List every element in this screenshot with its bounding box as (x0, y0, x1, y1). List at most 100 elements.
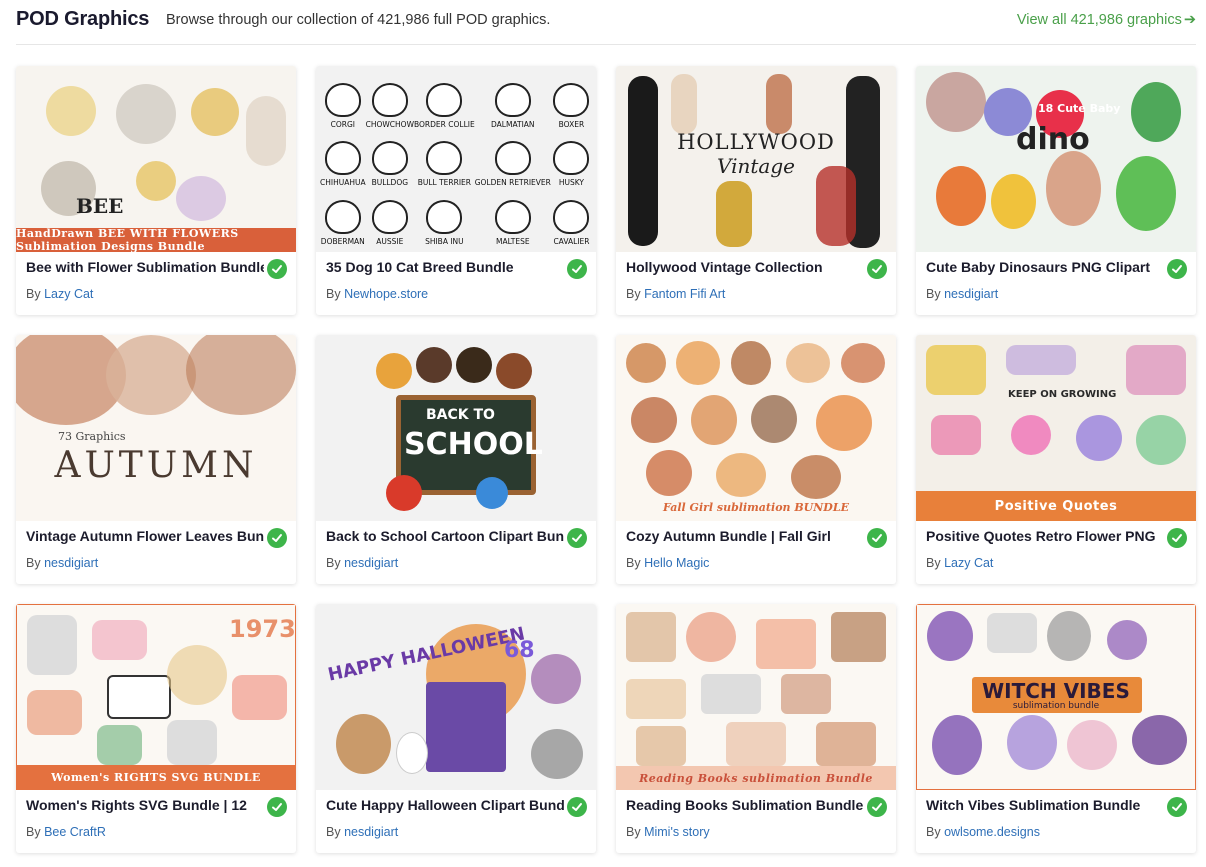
dog-breed-label: CORGI (330, 119, 355, 129)
book-illustration (781, 674, 831, 714)
product-card[interactable]: Reading Books sublimation Bundle Reading… (616, 604, 896, 853)
product-thumbnail[interactable]: Fall Girl sublimation BUNDLE (616, 335, 896, 521)
product-title[interactable]: 35 Dog 10 Cat Breed Bundle (326, 259, 564, 275)
verified-check-icon (567, 259, 587, 279)
dog-breed-label: AUSSIE (376, 237, 404, 246)
product-card[interactable]: 73 Graphics AUTUMN Vintage Autumn Flower… (16, 335, 296, 584)
product-title[interactable]: Vintage Autumn Flower Leaves Bundle (26, 528, 264, 544)
flower-illustration (1006, 345, 1076, 375)
verified-check-icon (867, 528, 887, 548)
dog-face-icon (324, 200, 361, 234)
product-title[interactable]: Cute Baby Dinosaurs PNG Clipart (926, 259, 1164, 275)
dog-face-icon (553, 141, 590, 176)
view-all-link[interactable]: View all 421,986 graphics ➔ (1017, 12, 1196, 28)
author-link[interactable]: Lazy Cat (944, 556, 993, 570)
thumbnail-banner: Positive Quotes (916, 491, 1196, 521)
dog-face-icon (553, 200, 590, 234)
dog-breed-label: BULLDOG (371, 178, 409, 188)
author-link[interactable]: owlsome.designs (944, 825, 1040, 839)
book-illustration (626, 679, 686, 719)
author-link[interactable]: Lazy Cat (44, 287, 93, 301)
product-thumbnail[interactable]: dino 18 Cute Baby (916, 66, 1196, 252)
author-link[interactable]: Hello Magic (644, 556, 709, 570)
figure-illustration (816, 166, 856, 246)
kid-illustration (376, 353, 412, 389)
product-title[interactable]: Reading Books Sublimation Bundle (626, 797, 864, 813)
love-illustration (646, 450, 692, 496)
verified-check-icon (567, 797, 587, 817)
section-title: POD Graphics (16, 8, 150, 30)
author-link[interactable]: Newhope.store (344, 287, 428, 301)
product-card[interactable]: KEEP ON GROWING Positive Quotes Positive… (916, 335, 1196, 584)
dog-breed-cell: SHIBA INU (414, 189, 475, 248)
product-thumbnail[interactable]: BEE HandDrawn BEE WITH FLOWERS Sublimati… (16, 66, 296, 252)
product-title[interactable]: Witch Vibes Sublimation Bundle (926, 797, 1164, 813)
author-prefix: By (626, 825, 645, 839)
dog-face-icon (426, 200, 463, 234)
dog-breed-label: CAVALIER (553, 237, 590, 246)
product-card[interactable]: HOLLYWOOD Vintage Hollywood Vintage Coll… (616, 66, 896, 315)
product-title[interactable]: Cozy Autumn Bundle | Fall Girl (626, 528, 864, 544)
author-link[interactable]: nesdigiart (344, 825, 398, 839)
product-card[interactable]: HAPPY HALLOWEEN 68 Cute Happy Halloween … (316, 604, 596, 853)
product-card[interactable]: BEE HandDrawn BEE WITH FLOWERS Sublimati… (16, 66, 296, 315)
author-prefix: By (926, 556, 945, 570)
product-card[interactable]: Fall Girl sublimation BUNDLE Cozy Autumn… (616, 335, 896, 584)
dog-breed-cell: GOLDEN RETRIEVER (475, 131, 551, 190)
thumbnail-text: HOLLYWOOD (677, 130, 835, 154)
product-title[interactable]: Positive Quotes Retro Flower PNG (926, 528, 1164, 544)
thumbnail-banner: HandDrawn BEE WITH FLOWERS Sublimation D… (16, 227, 296, 252)
product-thumbnail[interactable]: HOLLYWOOD Vintage (616, 66, 896, 252)
dino-illustration (991, 174, 1036, 229)
verified-check-icon (867, 259, 887, 279)
dog-breed-cell: AUSSIE (366, 189, 414, 248)
dog-breed-cell: CHIHUAHUA (320, 131, 366, 190)
product-title[interactable]: Cute Happy Halloween Clipart Bundle (326, 797, 564, 813)
product-thumbnail[interactable]: WITCH VIBES sublimation bundle (916, 604, 1196, 790)
product-title[interactable]: Women's Rights SVG Bundle | 12 (26, 797, 264, 813)
thumbnail-text: WITCH VIBES (982, 679, 1130, 703)
author-link[interactable]: Mimi's story (644, 825, 710, 839)
author-prefix: By (26, 556, 45, 570)
author-link[interactable]: Bee CraftR (44, 825, 106, 839)
product-card[interactable]: BACK TO SCHOOL Back to School Cartoon Cl… (316, 335, 596, 584)
dog-breed-label: HUSKY (558, 178, 584, 188)
book-illustration (626, 612, 676, 662)
verified-check-icon (267, 797, 287, 817)
product-thumbnail[interactable]: 73 Graphics AUTUMN (16, 335, 296, 521)
product-title[interactable]: Bee with Flower Sublimation Bundle (26, 259, 264, 275)
product-thumbnail[interactable]: KEEP ON GROWING Positive Quotes (916, 335, 1196, 521)
product-thumbnail[interactable]: CORGI CHOWCHOW BORDER COLLIE DALMATIAN BOXER… (316, 66, 596, 252)
author-link[interactable]: nesdigiart (44, 556, 98, 570)
product-card[interactable]: dino 18 Cute Baby Cute Baby Dinosaurs PN… (916, 66, 1196, 315)
moon-illustration (1132, 715, 1187, 765)
dog-breed-cell: BOXER (551, 72, 592, 131)
author-line: By Newhope.store (326, 287, 428, 301)
bee-illustration (46, 86, 96, 136)
product-card[interactable]: WITCH VIBES sublimation bundle Witch Vib… (916, 604, 1196, 853)
product-title[interactable]: Back to School Cartoon Clipart Bundle (326, 528, 564, 544)
dog-face-icon (371, 141, 408, 176)
author-link[interactable]: nesdigiart (944, 287, 998, 301)
house-illustration (426, 682, 506, 772)
pumpkin-illustration (676, 341, 720, 385)
author-link[interactable]: nesdigiart (344, 556, 398, 570)
product-title[interactable]: Hollywood Vintage Collection (626, 259, 864, 275)
product-thumbnail[interactable]: 1973 Women's RIGHTS SVG BUNDLE (16, 604, 296, 790)
flower-illustration (686, 612, 736, 662)
cat-illustration (531, 729, 583, 779)
product-card[interactable]: CORGI CHOWCHOW BORDER COLLIE DALMATIAN BOXER… (316, 66, 596, 315)
verified-check-icon (567, 528, 587, 548)
dog-breed-cell: MALTESE (475, 189, 551, 248)
product-thumbnail[interactable]: BACK TO SCHOOL (316, 335, 596, 521)
dino-illustration (1116, 156, 1176, 231)
dog-breed-cell: BULLDOG (366, 131, 414, 190)
product-thumbnail[interactable]: HAPPY HALLOWEEN 68 (316, 604, 596, 790)
dog-breed-grid: CORGI CHOWCHOW BORDER COLLIE DALMATIAN BOXER… (320, 72, 592, 248)
author-prefix: By (626, 287, 645, 301)
product-thumbnail[interactable]: Reading Books sublimation Bundle (616, 604, 896, 790)
dino-illustration (1046, 151, 1101, 226)
author-link[interactable]: Fantom Fifi Art (644, 287, 725, 301)
dog-breed-cell: BORDER COLLIE (414, 72, 475, 131)
product-card[interactable]: 1973 Women's RIGHTS SVG BUNDLE Women's R… (16, 604, 296, 853)
